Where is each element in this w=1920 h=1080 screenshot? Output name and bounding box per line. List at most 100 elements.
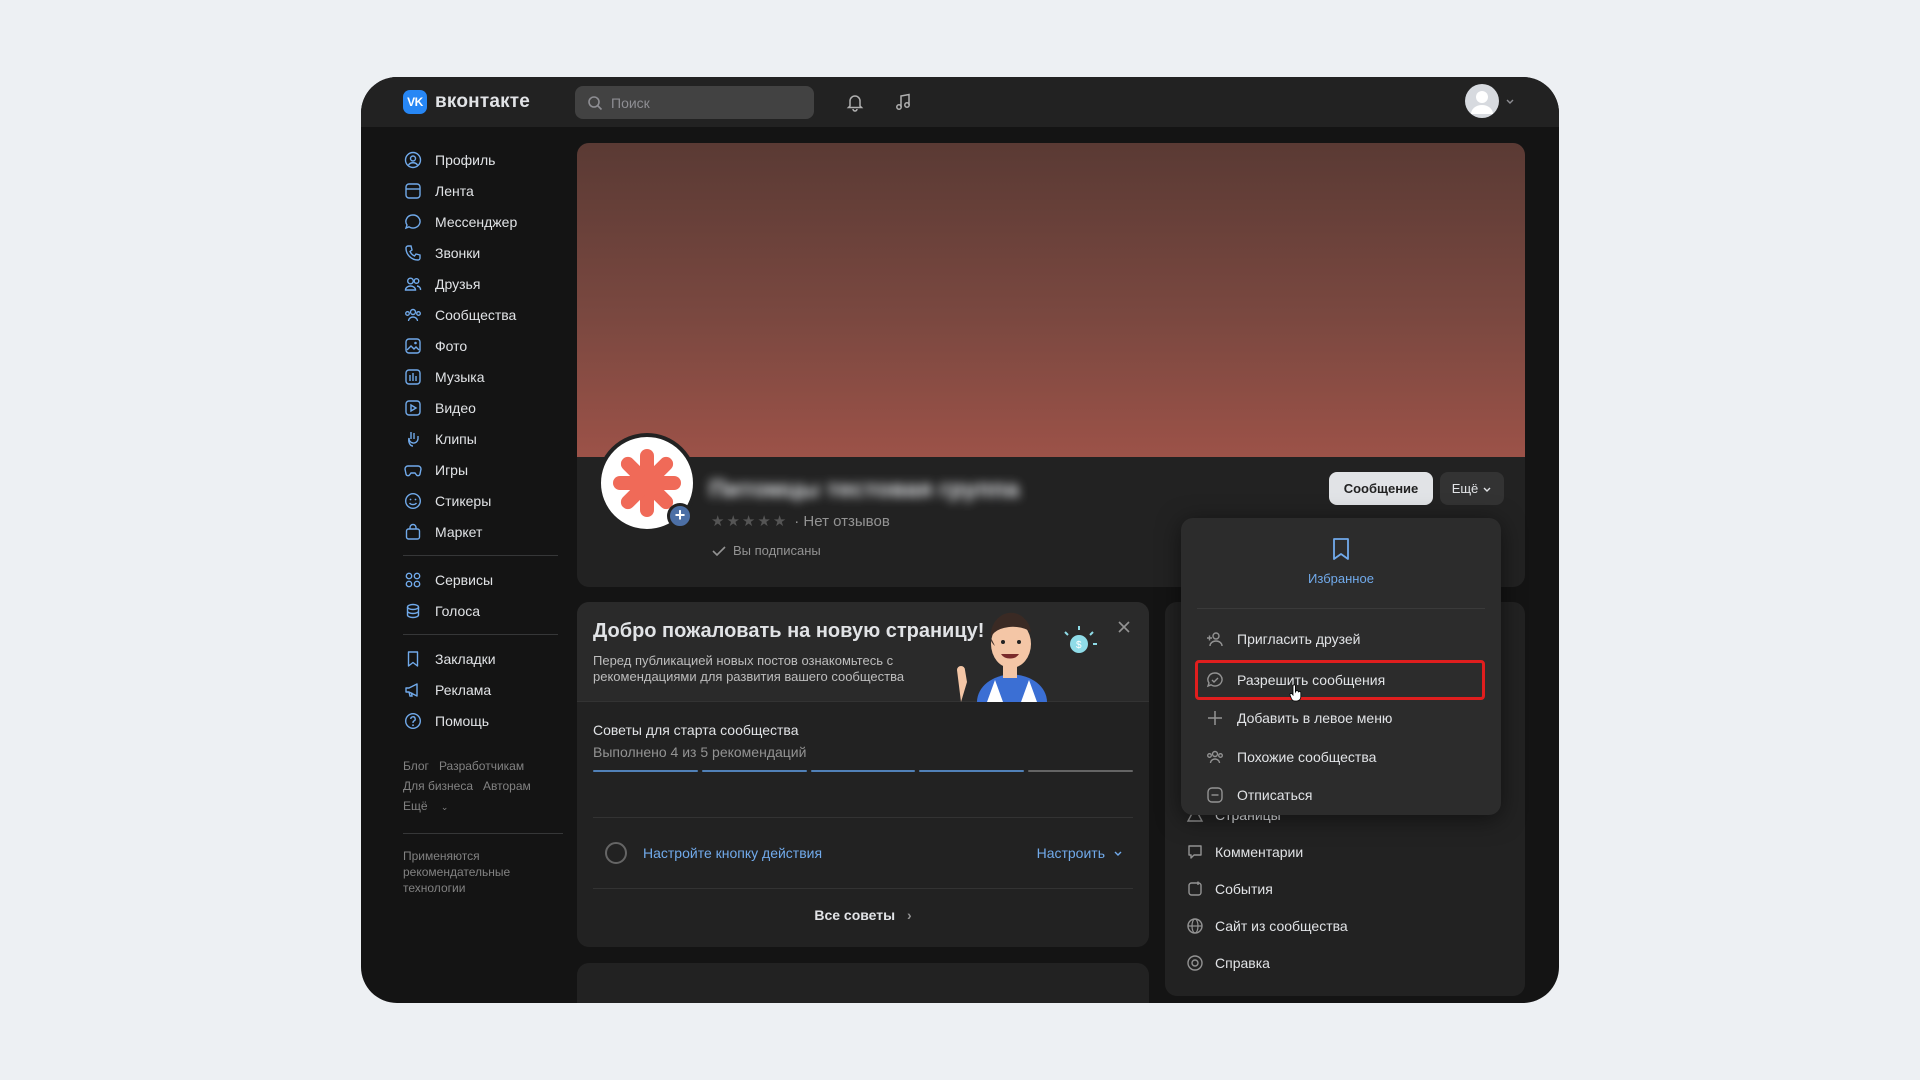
sidebar-item-profile[interactable]: Профиль (403, 144, 573, 175)
recommendation-note[interactable]: Применяются рекомендательные технологии (403, 833, 563, 896)
tip-row[interactable]: Настройте кнопку действия Настроить (593, 817, 1133, 889)
sidebar-item-label: Мессенджер (435, 213, 518, 230)
divider (1197, 608, 1485, 609)
footer-link-business[interactable]: Для бизнеса (403, 779, 473, 793)
account-menu[interactable] (1465, 84, 1515, 118)
invite-friends-item[interactable]: Пригласить друзей (1205, 626, 1361, 652)
user-circle-icon (403, 150, 423, 170)
friends-icon (403, 274, 423, 294)
menu-item-events[interactable]: События (1185, 879, 1273, 899)
more-label: Ещё (1451, 481, 1479, 496)
menu-item-label: Комментарии (1215, 844, 1304, 860)
tip-checkbox[interactable] (605, 842, 627, 864)
sidebar-main-list: Профиль Лента Мессенджер Звонки Друзья С… (403, 144, 573, 547)
sidebar-item-label: Помощь (435, 712, 490, 729)
help-icon (403, 711, 423, 731)
menu-item-label: Похожие сообщества (1237, 749, 1377, 765)
services-icon (403, 570, 423, 590)
unsubscribe-item[interactable]: Отписаться (1205, 782, 1312, 808)
sidebar-item-bookmarks[interactable]: Закладки (403, 643, 573, 674)
event-icon (1185, 879, 1205, 899)
add-user-icon (1205, 629, 1225, 649)
sidebar-item-label: Закладки (435, 650, 496, 667)
footer-link-dev[interactable]: Разработчикам (439, 759, 524, 773)
all-tips-link[interactable]: Все советы › (577, 907, 1149, 923)
sidebar-item-games[interactable]: Игры (403, 454, 573, 485)
footer-link-more[interactable]: Ещё ⌄ (403, 799, 458, 813)
sidebar-item-communities[interactable]: Сообщества (403, 299, 573, 330)
menu-item-comments[interactable]: Комментарии (1185, 842, 1303, 862)
chevron-down-icon: ⌄ (440, 802, 449, 812)
sidebar-item-feed[interactable]: Лента (403, 175, 573, 206)
menu-item-label: Сайт из сообщества (1215, 918, 1348, 934)
close-icon[interactable] (1115, 618, 1133, 636)
community-name: Питомцы тестовая группа (709, 476, 1020, 503)
tips-progress-bar (593, 770, 1133, 772)
sidebar-item-calls[interactable]: Звонки (403, 237, 573, 268)
sidebar-item-label: Стикеры (435, 492, 492, 509)
add-to-left-menu-item[interactable]: Добавить в левое меню (1205, 705, 1392, 731)
photo-icon (403, 336, 423, 356)
tips-progress-text: Выполнено 4 из 5 рекомендаций (593, 744, 807, 760)
sidebar-item-video[interactable]: Видео (403, 392, 573, 423)
star-icon: ★ (757, 513, 771, 530)
highlight-box (1195, 660, 1485, 700)
sidebar-item-label: Фото (435, 337, 468, 354)
sidebar-item-friends[interactable]: Друзья (403, 268, 573, 299)
configure-button[interactable]: Настроить (1037, 845, 1123, 861)
gamepad-icon (403, 460, 423, 480)
phone-icon (403, 243, 423, 263)
search-box[interactable] (575, 86, 814, 119)
coins-icon (403, 601, 423, 621)
menu-item-help[interactable]: Справка (1185, 953, 1270, 973)
sidebar-item-help[interactable]: Помощь (403, 705, 573, 736)
message-button[interactable]: Сообщение (1329, 472, 1433, 505)
footer-link-blog[interactable]: Блог (403, 759, 429, 773)
more-button[interactable]: Ещё (1440, 472, 1504, 505)
subscribed-status[interactable]: Вы подписаны (711, 543, 821, 558)
similar-communities-item[interactable]: Похожие сообщества (1205, 744, 1376, 770)
lifebuoy-icon (1185, 953, 1205, 973)
progress-segment (810, 770, 916, 772)
sidebar-item-music[interactable]: Музыка (403, 361, 573, 392)
communities-icon (403, 305, 423, 325)
menu-item-label: События (1215, 881, 1273, 897)
vk-logo[interactable]: VK вконтакте (403, 90, 530, 114)
configure-label: Настроить (1036, 845, 1105, 861)
menu-item-label: Пригласить друзей (1237, 631, 1361, 647)
globe-icon (1185, 916, 1205, 936)
sidebar-item-market[interactable]: Маркет (403, 516, 573, 547)
sidebar-item-label: Клипы (435, 430, 477, 447)
bookmark-icon (403, 649, 423, 669)
chevron-down-icon (1114, 851, 1122, 856)
footer-links: Блог Разработчикам Для бизнеса Авторам Ещё… (403, 756, 573, 817)
sidebar-item-label: Голоса (435, 602, 481, 619)
sidebar-item-votes[interactable]: Голоса (403, 595, 573, 626)
sidebar-item-clips[interactable]: Клипы (403, 423, 573, 454)
sidebar-item-photo[interactable]: Фото (403, 330, 573, 361)
sidebar-item-messenger[interactable]: Мессенджер (403, 206, 573, 237)
add-avatar-button[interactable]: + (667, 503, 693, 529)
subscribed-label: Вы подписаны (733, 543, 821, 558)
chevron-right-icon: › (906, 907, 912, 923)
sidebar-item-label: Профиль (435, 151, 496, 168)
vk-logo-icon: VK (403, 90, 427, 114)
tips-section: Советы для старта сообщества Выполнено 4… (577, 702, 1149, 772)
music-icon (403, 367, 423, 387)
tip-label[interactable]: Настройте кнопку действия (643, 845, 822, 861)
bell-icon[interactable] (843, 90, 867, 114)
footer-link-authors[interactable]: Авторам (483, 779, 531, 793)
search-input[interactable] (611, 94, 801, 111)
favorites-button[interactable]: Избранное (1181, 536, 1501, 586)
all-tips-label: Все советы (814, 907, 896, 923)
menu-item-label: Справка (1215, 955, 1270, 971)
music-icon[interactable] (891, 90, 915, 114)
svg-text:$: $ (1076, 640, 1082, 651)
minus-box-icon (1205, 785, 1225, 805)
sidebar-item-ads[interactable]: Реклама (403, 674, 573, 705)
sidebar-item-stickers[interactable]: Стикеры (403, 485, 573, 516)
rating[interactable]: ★ ★ ★ ★ ★ · Нет отзывов (711, 512, 890, 531)
sidebar-item-services[interactable]: Сервисы (403, 564, 573, 595)
menu-item-site[interactable]: Сайт из сообщества (1185, 916, 1348, 936)
comment-icon (1185, 842, 1205, 862)
